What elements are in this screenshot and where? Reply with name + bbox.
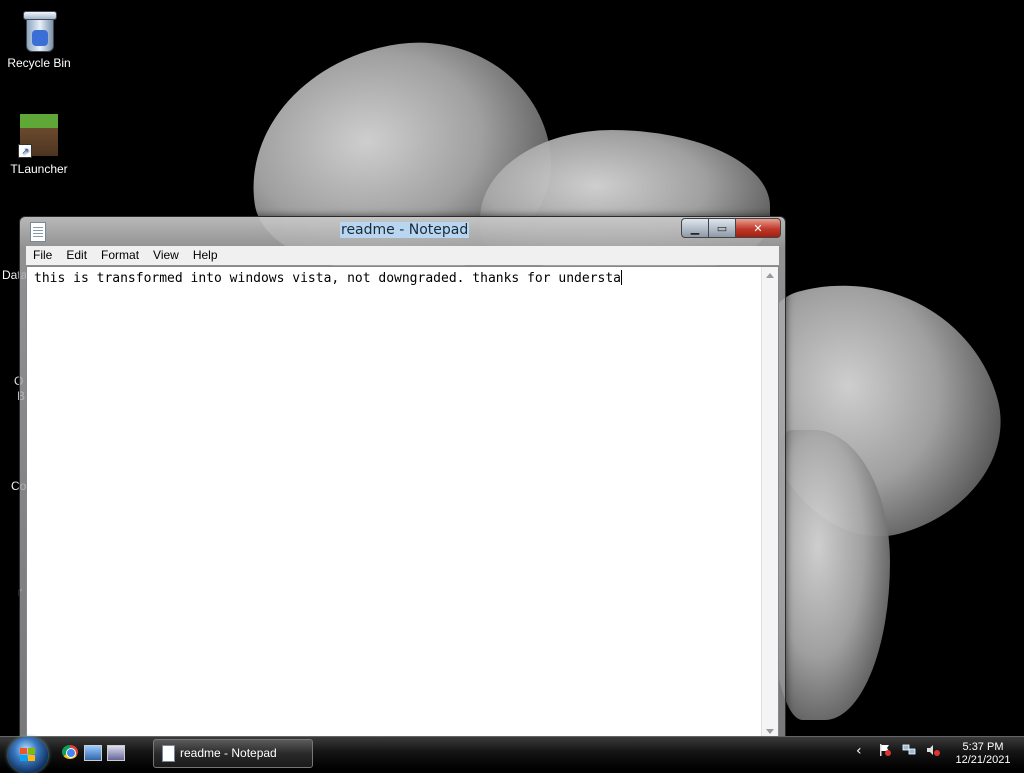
- show-desktop-icon[interactable]: [84, 745, 102, 761]
- clock-date: 12/21/2021: [955, 754, 1011, 766]
- vertical-scrollbar[interactable]: [761, 267, 778, 740]
- volume-muted-icon[interactable]: [926, 743, 940, 757]
- show-hidden-icons-arrow[interactable]: ‹: [856, 743, 862, 759]
- close-button[interactable]: ✕: [735, 218, 781, 238]
- maximize-icon: ▭: [716, 221, 728, 235]
- menu-edit[interactable]: Edit: [59, 246, 94, 265]
- menu-format[interactable]: Format: [94, 246, 146, 265]
- menu-bar: File Edit Format View Help: [26, 246, 779, 265]
- notepad-icon[interactable]: [30, 222, 46, 242]
- recycle-bin-icon: [22, 8, 57, 52]
- action-center-flag-icon[interactable]: [878, 743, 892, 757]
- desktop-icon-tlauncher[interactable]: ↗ TLauncher: [0, 114, 79, 176]
- desktop-icon-label: TLauncher: [10, 162, 68, 176]
- text-caret: [621, 270, 622, 285]
- clock-time: 5:37 PM: [962, 741, 1004, 753]
- taskbar-button-notepad[interactable]: readme - Notepad: [153, 739, 313, 768]
- window-title: readme - Notepad: [340, 222, 470, 238]
- windows-logo-icon: [20, 748, 36, 762]
- network-icon[interactable]: [902, 743, 916, 757]
- editor-content[interactable]: this is transformed into windows vista, …: [34, 270, 622, 286]
- title-bar[interactable]: readme - Notepad ▁ ▭ ✕: [20, 217, 785, 245]
- maximize-button[interactable]: ▭: [708, 218, 735, 238]
- chrome-icon[interactable]: [62, 745, 78, 759]
- editor-text: this is transformed into windows vista, …: [34, 271, 621, 286]
- menu-help[interactable]: Help: [186, 246, 225, 265]
- menu-file[interactable]: File: [26, 246, 59, 265]
- system-clock[interactable]: 5:37 PM 12/21/2021: [950, 741, 1016, 767]
- notepad-window[interactable]: readme - Notepad ▁ ▭ ✕ File Edit Format …: [19, 216, 786, 742]
- desktop-icon-label: Recycle Bin: [7, 56, 71, 70]
- minecraft-grass-block-icon: ↗: [18, 114, 60, 158]
- taskbar-button-label: readme - Notepad: [180, 746, 277, 760]
- desktop-icon-recycle-bin[interactable]: Recycle Bin: [0, 8, 79, 70]
- scroll-up-arrow-icon[interactable]: [766, 273, 774, 278]
- shortcut-arrow-icon: ↗: [18, 144, 32, 158]
- caption-buttons: ▁ ▭ ✕: [681, 218, 781, 238]
- close-icon: ✕: [753, 221, 763, 235]
- text-editor-area[interactable]: this is transformed into windows vista, …: [26, 266, 779, 741]
- menu-view[interactable]: View: [146, 246, 186, 265]
- switch-windows-icon[interactable]: [107, 745, 125, 761]
- minimize-button[interactable]: ▁: [681, 218, 708, 238]
- scroll-down-arrow-icon[interactable]: [766, 729, 774, 734]
- notepad-icon: [162, 745, 175, 762]
- minimize-icon: ▁: [690, 221, 700, 235]
